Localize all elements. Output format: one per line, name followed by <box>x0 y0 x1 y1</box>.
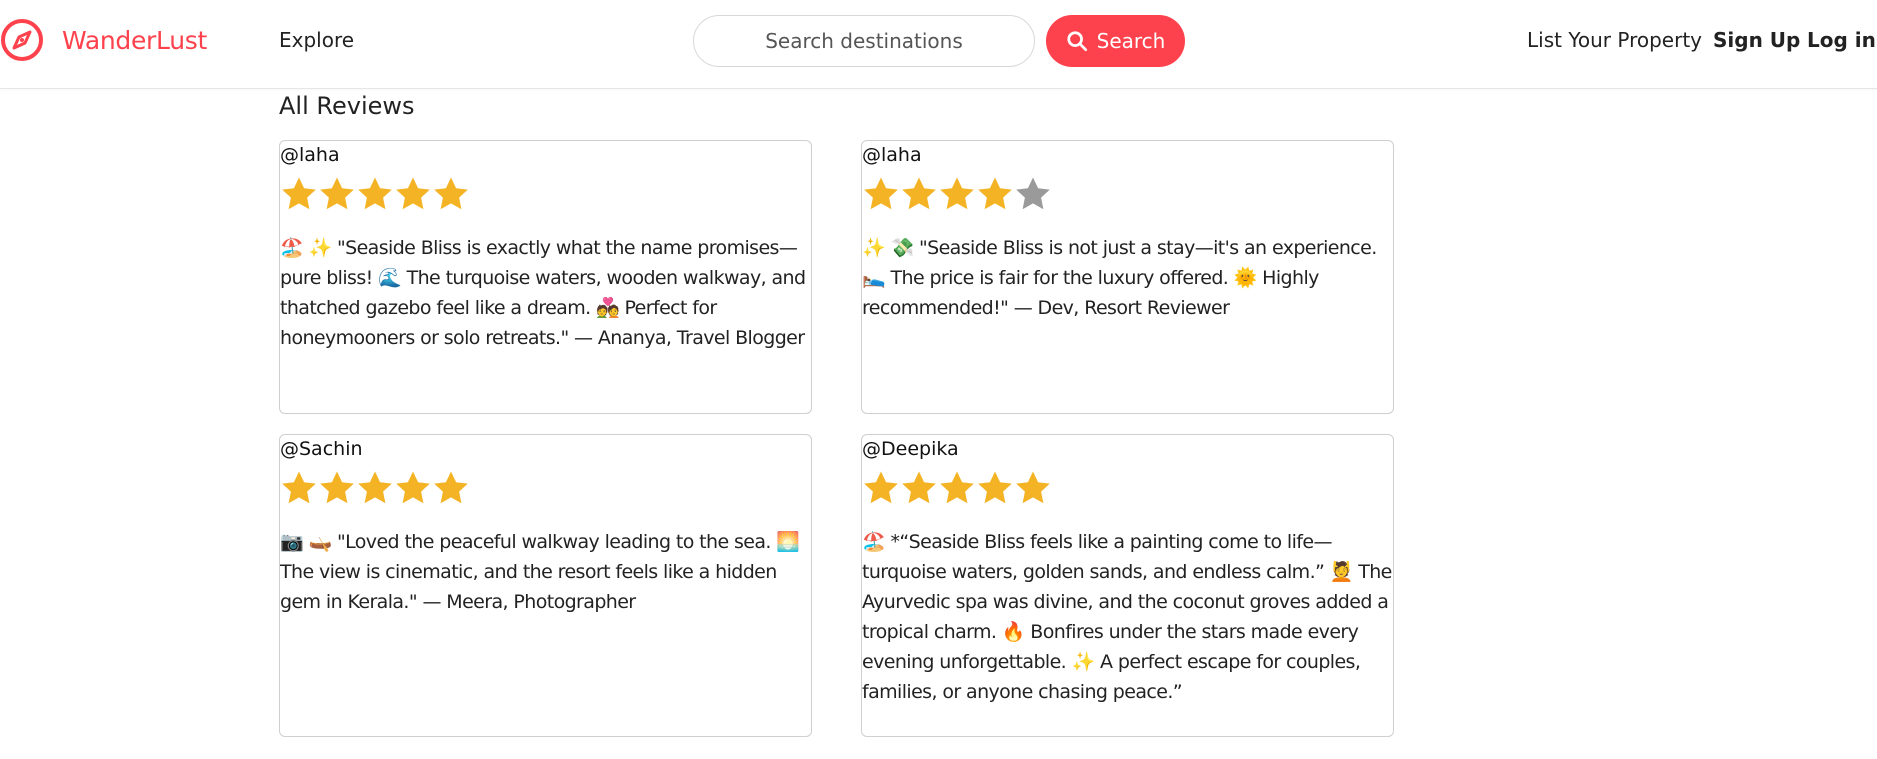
search-input[interactable] <box>693 15 1035 67</box>
review-text: ✨ 💸 "Seaside Bliss is not just a stay—it… <box>862 237 1377 319</box>
list-property-link[interactable]: List Your Property <box>1527 28 1702 52</box>
review-author: @laha <box>280 144 340 166</box>
star-rating <box>280 175 470 215</box>
star-filled-icon <box>396 177 430 210</box>
nav-explore-link[interactable]: Explore <box>279 28 354 52</box>
brand-name: WanderLust <box>62 25 207 55</box>
sign-up-link[interactable]: Sign Up <box>1713 28 1800 52</box>
star-empty-icon <box>1016 177 1050 210</box>
star-filled-icon <box>320 471 354 504</box>
star-filled-icon <box>978 177 1012 210</box>
star-filled-icon <box>358 471 392 504</box>
star-filled-icon <box>864 177 898 210</box>
review-author: @Sachin <box>280 438 363 460</box>
review-text: 🏖️ *“Seaside Bliss feels like a painting… <box>862 531 1392 703</box>
star-rating <box>862 469 1052 509</box>
navbar: WanderLust Explore Search List Your Prop… <box>0 0 1877 89</box>
star-filled-icon <box>902 177 936 210</box>
review-author: @laha <box>862 144 922 166</box>
review-author: @Deepika <box>862 438 959 460</box>
review-card: @Deepika 🏖️ *“Seaside Bliss feels like a… <box>861 434 1394 737</box>
star-filled-icon <box>320 177 354 210</box>
magnifier-icon <box>1067 31 1087 52</box>
star-rating <box>862 175 1052 215</box>
star-filled-icon <box>940 471 974 504</box>
star-filled-icon <box>940 177 974 210</box>
star-rating <box>280 469 470 509</box>
star-filled-icon <box>978 471 1012 504</box>
star-filled-icon <box>434 177 468 210</box>
star-filled-icon <box>902 471 936 504</box>
log-in-link[interactable]: Log in <box>1807 28 1876 52</box>
review-card: @laha 🏖️ ✨ "Seaside Bliss is exactly wha… <box>279 140 812 414</box>
star-filled-icon <box>358 177 392 210</box>
search-button[interactable]: Search <box>1046 15 1185 67</box>
reviews-section-title: All Reviews <box>279 92 415 120</box>
star-filled-icon <box>1016 471 1050 504</box>
review-text: 📷 🛶 "Loved the peaceful walkway leading … <box>280 531 800 613</box>
review-card: @Sachin 📷 🛶 "Loved the peaceful walkway … <box>279 434 812 737</box>
search-button-label: Search <box>1096 29 1166 53</box>
review-card: @laha ✨ 💸 "Seaside Bliss is not just a s… <box>861 140 1394 414</box>
compass-icon <box>1 19 43 61</box>
star-filled-icon <box>864 471 898 504</box>
star-filled-icon <box>282 177 316 210</box>
brand-link[interactable]: WanderLust <box>0 18 207 62</box>
star-filled-icon <box>396 471 430 504</box>
star-filled-icon <box>434 471 468 504</box>
review-text: 🏖️ ✨ "Seaside Bliss is exactly what the … <box>280 237 806 349</box>
star-filled-icon <box>282 471 316 504</box>
